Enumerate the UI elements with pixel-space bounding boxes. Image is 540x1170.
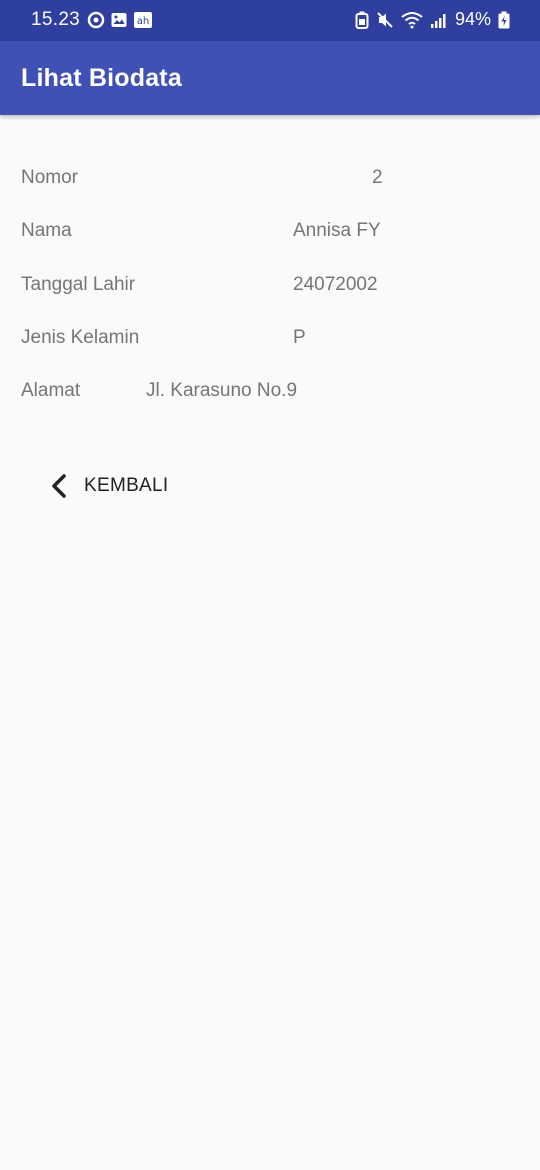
alamat-label: Alamat [21, 380, 81, 401]
gallery-icon [110, 11, 128, 29]
app-bar: Lihat Biodata [0, 41, 540, 115]
battery-icon [498, 11, 510, 29]
alamat-value: Jl. Karasuno No.9 [146, 380, 298, 401]
kembali-label: KEMBALI [84, 475, 169, 496]
nama-label: Nama [21, 220, 72, 241]
notification-icons: ah [87, 11, 153, 29]
system-icons: 94% [355, 9, 510, 30]
jenis-kelamin-label: Jenis Kelamin [21, 327, 140, 348]
page-title: Lihat Biodata [21, 64, 182, 92]
signal-icon [430, 11, 448, 29]
wifi-icon [401, 11, 423, 29]
nama-value: Annisa FY [293, 220, 381, 241]
status-bar: 15.23 ah 94% [0, 0, 540, 41]
status-time: 15.23 [31, 9, 81, 30]
tanggal-lahir-value: 24072002 [293, 274, 378, 295]
battery-saver-icon [355, 11, 369, 29]
nomor-label: Nomor [21, 167, 79, 188]
jenis-kelamin-value: P [293, 327, 306, 348]
kembali-button[interactable]: KEMBALI [48, 466, 188, 506]
svg-text:ah: ah [137, 16, 149, 27]
nomor-value: 2 [372, 167, 383, 188]
battery-percent: 94% [454, 9, 491, 29]
tanggal-lahir-label: Tanggal Lahir [21, 274, 136, 295]
mute-icon [376, 11, 394, 29]
app-badge-icon: ah [133, 11, 153, 29]
chevron-left-icon [48, 471, 72, 501]
circle-app-icon [87, 11, 105, 29]
